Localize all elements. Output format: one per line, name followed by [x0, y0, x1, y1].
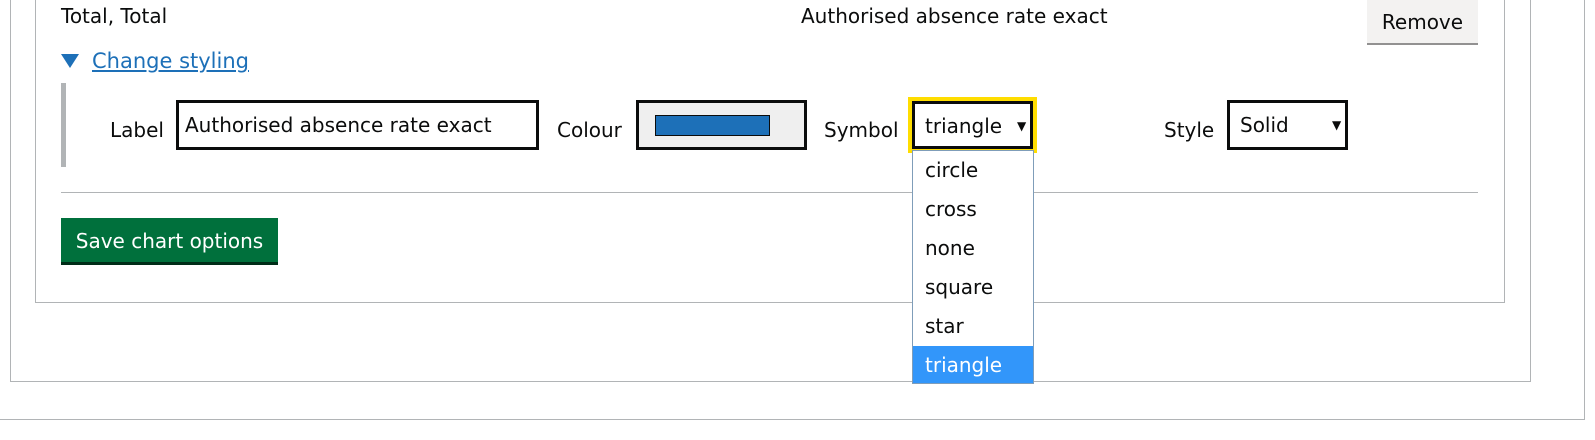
details-border	[61, 83, 66, 167]
symbol-dropdown-list[interactable]: circle cross none square star triangle	[912, 150, 1034, 384]
symbol-select[interactable]: triangle ▼	[912, 101, 1033, 149]
dropdown-option[interactable]: none	[913, 229, 1033, 268]
dropdown-arrow-icon: ▼	[1017, 119, 1027, 133]
change-styling-link[interactable]: Change styling	[92, 48, 249, 74]
colour-field-label: Colour	[557, 118, 622, 142]
symbol-select-value: triangle	[925, 114, 1003, 138]
colour-picker[interactable]	[636, 100, 807, 150]
divider	[61, 192, 1478, 193]
dropdown-arrow-icon: ▼	[1332, 118, 1342, 132]
style-select-value: Solid	[1240, 113, 1289, 137]
dropdown-option[interactable]: cross	[913, 190, 1033, 229]
label-field-label: Label	[110, 118, 164, 142]
remove-series-button[interactable]: Remove	[1367, 0, 1478, 45]
dropdown-option[interactable]: star	[913, 307, 1033, 346]
symbol-field-label: Symbol	[824, 118, 899, 142]
save-chart-options-button[interactable]: Save chart options	[61, 218, 278, 265]
disclosure-triangle-icon[interactable]	[61, 54, 79, 68]
label-input[interactable]	[176, 100, 539, 150]
dropdown-option[interactable]: circle	[913, 151, 1033, 190]
colour-swatch	[655, 115, 770, 136]
series-indicator: Authorised absence rate exact	[801, 4, 1108, 28]
dropdown-option[interactable]: triangle	[913, 346, 1033, 383]
dropdown-option[interactable]: square	[913, 268, 1033, 307]
series-name: Total, Total	[61, 4, 168, 28]
style-field-label: Style	[1164, 118, 1215, 142]
style-select[interactable]: Solid ▼	[1227, 100, 1348, 150]
